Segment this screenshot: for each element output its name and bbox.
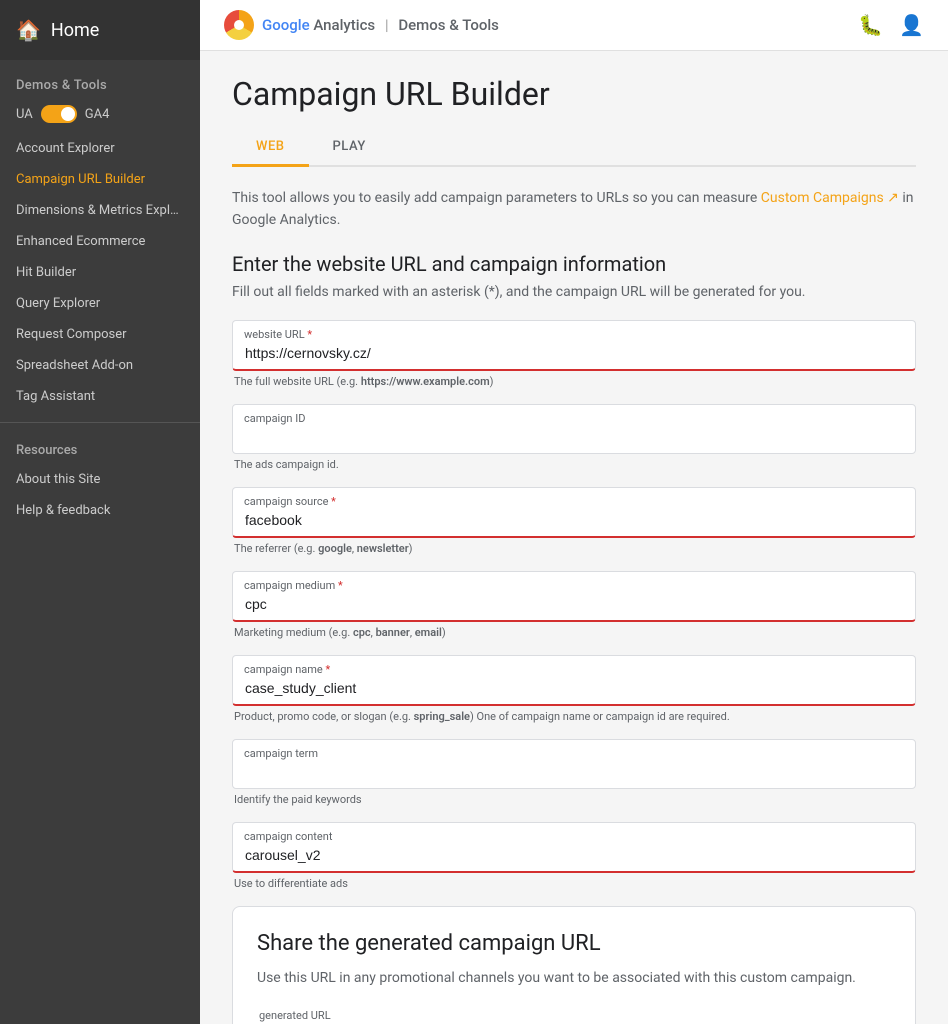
sidebar-item-tag-assistant[interactable]: Tag Assistant — [0, 381, 200, 412]
sidebar-item-about-site[interactable]: About this Site — [0, 464, 200, 495]
description-text: This tool allows you to easily add campa… — [232, 187, 916, 232]
hint-campaign-id: The ads campaign id. — [232, 458, 916, 471]
custom-campaigns-link[interactable]: Custom Campaigns ↗ — [761, 190, 903, 206]
ua-label: UA — [16, 107, 33, 122]
top-bar: Google Analytics | Demos & Tools 🐛 👤 — [200, 0, 948, 51]
top-bar-icons: 🐛 👤 — [858, 13, 924, 37]
hint-campaign-medium: Marketing medium (e.g. cpc, banner, emai… — [232, 626, 916, 639]
ua-ga4-toggle[interactable] — [41, 105, 77, 123]
logo-separator: | — [385, 16, 389, 34]
sidebar-item-query-explorer[interactable]: Query Explorer — [0, 288, 200, 319]
generated-url-group: generated URL https://cernovsky.cz/?utm_… — [257, 1009, 891, 1024]
hint-campaign-name: Product, promo code, or slogan (e.g. spr… — [232, 710, 916, 723]
sidebar-item-account-explorer[interactable]: Account Explorer — [0, 133, 200, 164]
ga-logo-icon — [224, 10, 254, 40]
sidebar: 🏠 Home Demos & Tools UA GA4 Account Expl… — [0, 0, 200, 1024]
sidebar-item-spreadsheet-addon[interactable]: Spreadsheet Add-on — [0, 350, 200, 381]
share-box: Share the generated campaign URL Use thi… — [232, 906, 916, 1024]
share-title: Share the generated campaign URL — [257, 931, 891, 956]
hint-website-url: The full website URL (e.g. https://www.e… — [232, 375, 916, 388]
logo-demos: Demos & Tools — [398, 16, 499, 34]
field-website-url: website URL * The full website URL (e.g.… — [232, 320, 916, 388]
main-content: Google Analytics | Demos & Tools 🐛 👤 Cam… — [200, 0, 948, 1024]
home-icon: 🏠 — [16, 18, 41, 42]
content-area: Campaign URL Builder WEB PLAY This tool … — [200, 51, 948, 1024]
logo-google: Google — [262, 16, 310, 34]
resources-section-title: Resources — [0, 433, 200, 464]
sidebar-item-campaign-url-builder[interactable]: Campaign URL Builder — [0, 164, 200, 195]
field-campaign-content: campaign content Use to differentiate ad… — [232, 822, 916, 890]
account-icon[interactable]: 👤 — [899, 13, 924, 37]
input-campaign-name[interactable] — [232, 655, 916, 706]
field-campaign-name: campaign name * Product, promo code, or … — [232, 655, 916, 723]
section-subtitle: Fill out all fields marked with an aster… — [232, 284, 916, 300]
input-website-url[interactable] — [232, 320, 916, 371]
ga4-label: GA4 — [85, 107, 110, 122]
tab-web[interactable]: WEB — [232, 129, 309, 167]
input-campaign-medium[interactable] — [232, 571, 916, 622]
section-title: Enter the website URL and campaign infor… — [232, 252, 916, 276]
home-label: Home — [51, 20, 99, 41]
hint-campaign-content: Use to differentiate ads — [232, 877, 916, 890]
sidebar-item-request-composer[interactable]: Request Composer — [0, 319, 200, 350]
field-campaign-id: campaign ID The ads campaign id. — [232, 404, 916, 471]
hint-campaign-term: Identify the paid keywords — [232, 793, 916, 806]
input-campaign-source[interactable] — [232, 487, 916, 538]
field-campaign-term: campaign term Identify the paid keywords — [232, 739, 916, 806]
page-title: Campaign URL Builder — [232, 75, 916, 113]
sidebar-item-enhanced-ecommerce[interactable]: Enhanced Ecommerce — [0, 226, 200, 257]
input-campaign-id[interactable] — [232, 404, 916, 454]
demos-tools-section: Demos & Tools — [0, 60, 200, 99]
tab-play[interactable]: PLAY — [309, 129, 390, 167]
sidebar-item-help-feedback[interactable]: Help & feedback — [0, 495, 200, 526]
sidebar-item-hit-builder[interactable]: Hit Builder — [0, 257, 200, 288]
generated-url-label: generated URL — [257, 1009, 891, 1022]
logo-analytics: Analytics — [310, 16, 376, 34]
hint-campaign-source: The referrer (e.g. google, newsletter) — [232, 542, 916, 555]
field-campaign-medium: campaign medium * Marketing medium (e.g.… — [232, 571, 916, 639]
ua-ga4-toggle-row: UA GA4 — [0, 99, 200, 133]
input-campaign-content[interactable] — [232, 822, 916, 873]
sidebar-header[interactable]: 🏠 Home — [0, 0, 200, 60]
sidebar-item-dimensions-metrics[interactable]: Dimensions & Metrics Explorer — [0, 195, 200, 226]
sidebar-divider — [0, 422, 200, 423]
bug-icon[interactable]: 🐛 — [858, 13, 883, 37]
tabs: WEB PLAY — [232, 129, 916, 167]
share-description: Use this URL in any promotional channels… — [257, 968, 891, 989]
ga-logo: Google Analytics | Demos & Tools — [224, 10, 499, 40]
input-campaign-term[interactable] — [232, 739, 916, 789]
field-campaign-source: campaign source * The referrer (e.g. goo… — [232, 487, 916, 555]
sidebar-nav: Account Explorer Campaign URL Builder Di… — [0, 133, 200, 412]
ga-logo-text: Google Analytics | Demos & Tools — [262, 16, 499, 34]
